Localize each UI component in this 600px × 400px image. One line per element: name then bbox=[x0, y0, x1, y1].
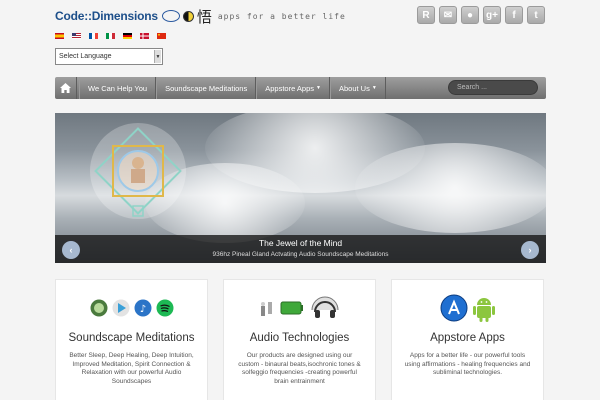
nav-item-soundscape-meditations[interactable]: Soundscape Meditations bbox=[156, 77, 257, 99]
feature-text: Our products are designed using our cust… bbox=[238, 352, 361, 385]
site-logo[interactable]: Code::Dimensions 悟 apps for a better lif… bbox=[55, 6, 346, 26]
nav-item-about-us[interactable]: About Us ▼ bbox=[329, 77, 386, 99]
chevron-right-icon: › bbox=[528, 245, 532, 255]
headphones-icon[interactable] bbox=[308, 296, 342, 320]
app-icon[interactable] bbox=[90, 299, 108, 317]
logo-badge-icon bbox=[161, 10, 180, 22]
flag-spain-icon[interactable] bbox=[55, 33, 64, 39]
search-placeholder: Search ... bbox=[457, 84, 487, 91]
feature-title: Appstore Apps bbox=[430, 332, 505, 344]
yin-yang-icon bbox=[182, 10, 194, 22]
google-play-icon[interactable] bbox=[112, 299, 130, 317]
feature-title: Audio Technologies bbox=[249, 332, 350, 344]
flag-germany-icon[interactable] bbox=[123, 33, 132, 39]
mandala-image bbox=[90, 123, 186, 219]
tagline: apps for a better life bbox=[217, 11, 346, 21]
google-plus-icon[interactable]: g+ bbox=[483, 6, 501, 24]
feature-box-soundscape: ♪ Soundscape Meditations Better Sleep, D… bbox=[55, 279, 208, 400]
feature-icons: ♪ bbox=[56, 292, 207, 324]
feature-icons bbox=[392, 292, 543, 324]
itunes-icon[interactable]: ♪ bbox=[134, 299, 152, 317]
caret-down-icon: ▼ bbox=[371, 85, 377, 91]
logo-kanji: 悟 bbox=[196, 7, 212, 26]
social-links: R ✉ ● g+ f t bbox=[417, 6, 545, 24]
app-store-icon[interactable] bbox=[440, 294, 468, 322]
language-select[interactable]: Select Language ▼ bbox=[55, 48, 163, 65]
flag-china-icon[interactable] bbox=[157, 33, 166, 39]
svg-text:♪: ♪ bbox=[139, 304, 145, 315]
flag-usa-icon[interactable] bbox=[72, 33, 81, 39]
chevron-left-icon: ‹ bbox=[69, 245, 73, 255]
nav-item-label: Soundscape Meditations bbox=[165, 83, 248, 93]
nav-item-label: We Can Help You bbox=[88, 83, 148, 93]
rss-icon[interactable]: R bbox=[417, 6, 435, 24]
flag-italy-icon[interactable] bbox=[106, 33, 115, 39]
location-icon[interactable]: ● bbox=[461, 6, 479, 24]
page: Code::Dimensions 悟 apps for a better lif… bbox=[0, 0, 600, 400]
flag-france-icon[interactable] bbox=[89, 33, 98, 39]
feature-box-audio: Audio Technologies Our products are desi… bbox=[223, 279, 376, 400]
feature-box-appstore: Appstore Apps Apps for a better life - o… bbox=[391, 279, 544, 400]
feature-title: Soundscape Meditations bbox=[68, 332, 195, 344]
slider-next-button[interactable]: › bbox=[521, 241, 539, 259]
twitter-icon[interactable]: t bbox=[527, 6, 545, 24]
feature-text: Apps for a better life - our powerful to… bbox=[404, 352, 531, 376]
flag-denmark-icon[interactable] bbox=[140, 33, 149, 39]
language-flags bbox=[55, 33, 166, 39]
spotify-icon[interactable] bbox=[156, 299, 174, 317]
slider-subtitle: 936hz Pineal Gland Actvating Audio Sound… bbox=[212, 251, 389, 258]
hero-slider: The Jewel of the Mind 936hz Pineal Gland… bbox=[55, 113, 546, 263]
facebook-icon[interactable]: f bbox=[505, 6, 523, 24]
feature-icons bbox=[224, 292, 375, 324]
email-icon[interactable]: ✉ bbox=[439, 6, 457, 24]
chevron-down-icon: ▼ bbox=[154, 50, 161, 63]
cloud-decoration bbox=[355, 143, 546, 233]
slider-prev-button[interactable]: ‹ bbox=[62, 241, 80, 259]
nav-item-label: About Us bbox=[338, 83, 370, 93]
android-icon[interactable] bbox=[472, 293, 496, 323]
feature-text: Better Sleep, Deep Healing, Deep Intuiti… bbox=[69, 352, 194, 385]
nav-item-label: Appstore Apps bbox=[265, 83, 315, 93]
main-nav: We Can Help You Soundscape Meditations A… bbox=[55, 77, 546, 99]
battery-icon[interactable] bbox=[280, 300, 304, 316]
slider-caption: The Jewel of the Mind 936hz Pineal Gland… bbox=[55, 235, 546, 263]
search-input[interactable]: Search ... bbox=[448, 80, 538, 95]
nav-item-we-can-help-you[interactable]: We Can Help You bbox=[79, 77, 157, 99]
logo-text: Code::Dimensions bbox=[55, 9, 158, 23]
audio-jack-icon[interactable] bbox=[258, 298, 276, 318]
home-button[interactable] bbox=[55, 77, 77, 99]
language-select-value: Select Language bbox=[59, 53, 112, 60]
slider-title: The Jewel of the Mind bbox=[258, 238, 343, 248]
caret-down-icon: ▼ bbox=[316, 85, 321, 91]
nav-item-appstore-apps[interactable]: Appstore Apps ▼ bbox=[256, 77, 330, 99]
home-icon bbox=[60, 83, 71, 93]
